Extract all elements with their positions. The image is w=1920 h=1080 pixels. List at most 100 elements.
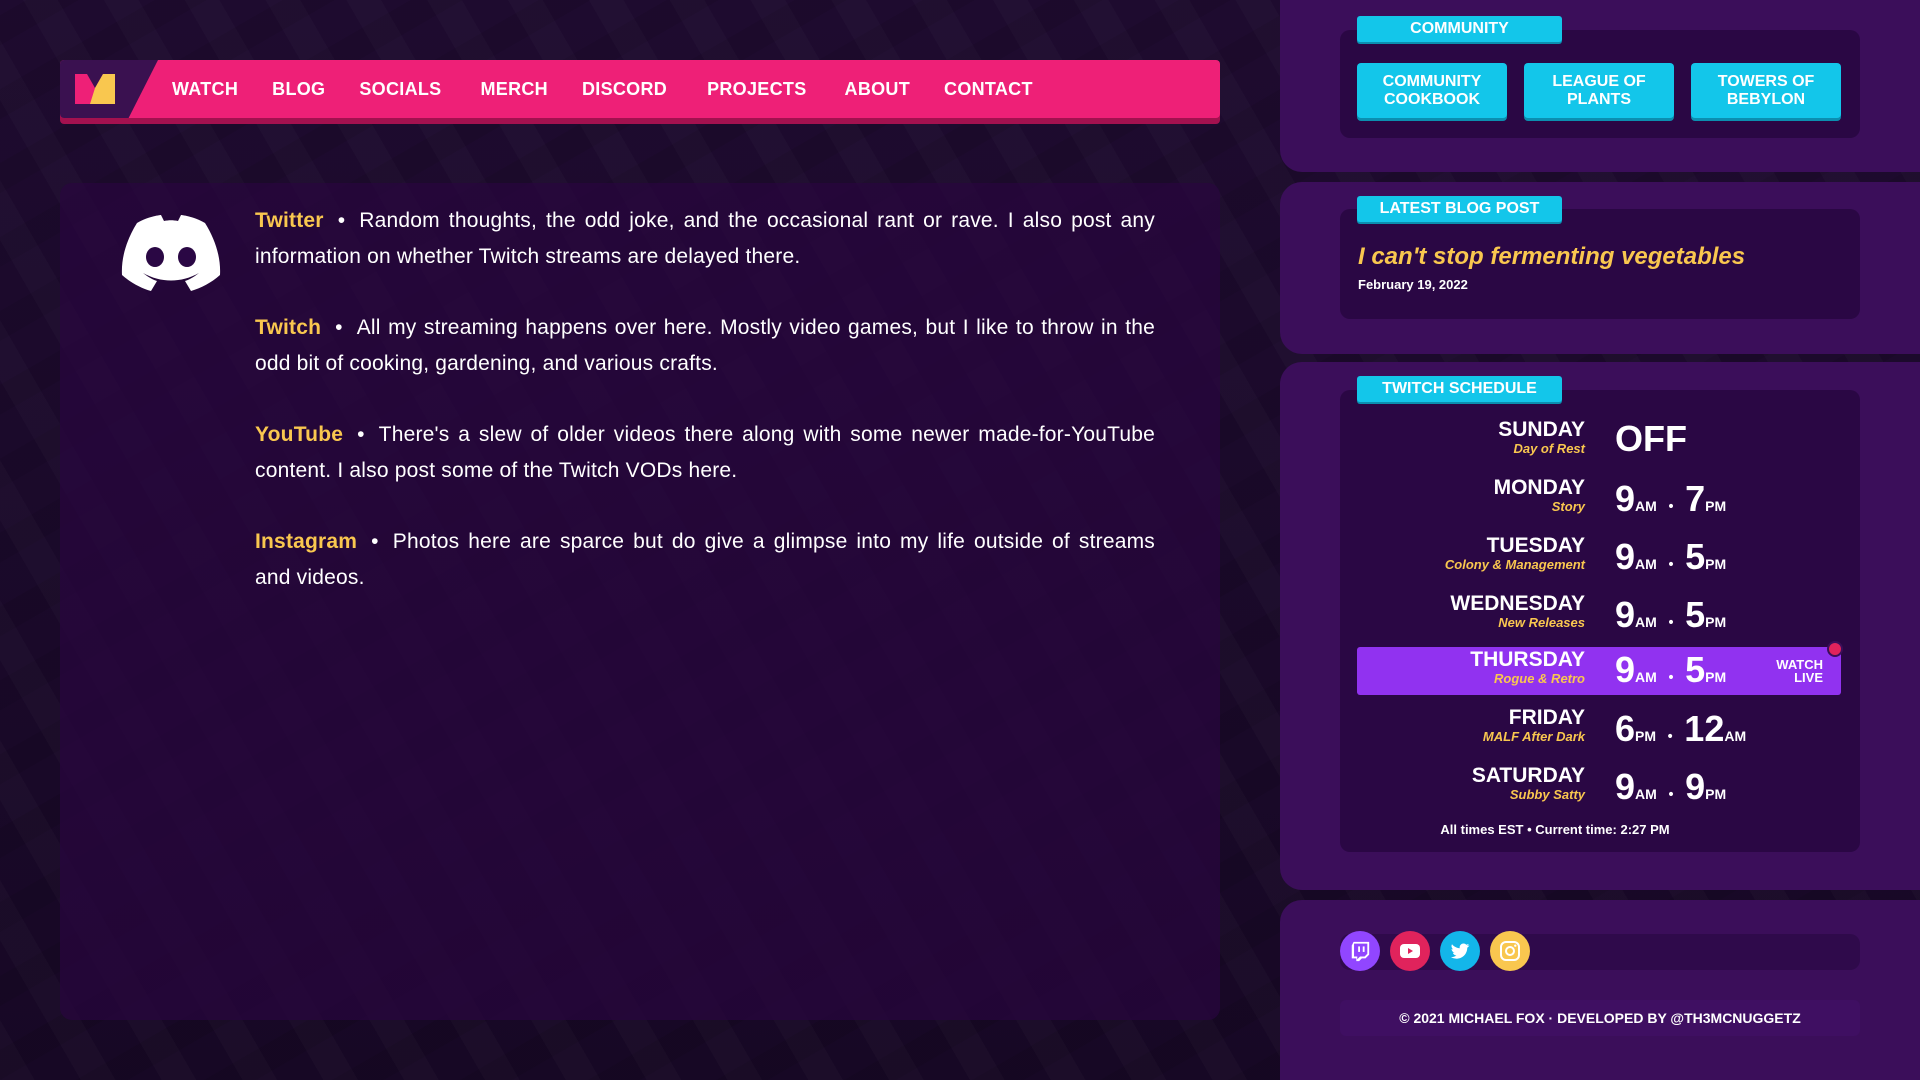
end-hour: 5 — [1685, 649, 1706, 690]
start-hour: 9 — [1615, 536, 1636, 577]
nav-socials[interactable]: SOCIALS — [359, 79, 441, 100]
times: 9AM • 5PM — [1615, 649, 1726, 691]
start-suffix: AM — [1635, 556, 1657, 572]
start-suffix: AM — [1635, 786, 1657, 802]
time-separator: • — [1666, 557, 1676, 573]
nav-contact[interactable]: CONTACT — [944, 79, 1033, 100]
day-block: MONDAY Story — [1494, 476, 1585, 514]
instagram-icon[interactable] — [1490, 931, 1530, 971]
time-separator: • — [1666, 615, 1676, 631]
day-block: TUESDAY Colony & Management — [1445, 534, 1585, 572]
blog-tag: LATEST BLOG POST — [1357, 196, 1562, 222]
latest-blog-post-link[interactable]: I can't stop fermenting vegetables — [1358, 243, 1745, 271]
social-list: Twitter • Random thoughts, the odd joke, a… — [255, 203, 1155, 631]
start-suffix: AM — [1635, 498, 1657, 514]
nav-projects[interactable]: PROJECTS — [707, 79, 806, 100]
socials-panel: Twitter • Random thoughts, the odd joke, a… — [60, 183, 1220, 1020]
nav-merch[interactable]: MERCH — [480, 79, 548, 100]
end-suffix: PM — [1705, 786, 1727, 802]
social-description: There's a slew of older videos there alo… — [255, 423, 1155, 482]
towers-of-bebylon-button[interactable]: TOWERS OF BEBYLON — [1691, 63, 1841, 118]
times: 9AM • 5PM — [1615, 536, 1726, 578]
discord-icon — [121, 215, 221, 291]
live-indicator-dot — [1827, 641, 1843, 657]
social-description: All my streaming happens over here. Most… — [255, 316, 1155, 375]
schedule-footer: All times EST • Current time: 2:27 PM — [1440, 822, 1670, 837]
community-cookbook-button[interactable]: COMMUNITY COOKBOOK — [1357, 63, 1507, 118]
button-line: COMMUNITY — [1382, 72, 1482, 90]
community-tag: COMMUNITY — [1357, 16, 1562, 42]
end-hour: 5 — [1685, 536, 1706, 577]
twitch-icon[interactable] — [1340, 931, 1380, 971]
time-separator: • — [1666, 499, 1676, 515]
blog-date: February 19, 2022 — [1358, 277, 1468, 292]
youtube-icon[interactable] — [1390, 931, 1430, 971]
button-line: COOKBOOK — [1384, 90, 1480, 108]
day-block: THURSDAY Rogue & Retro — [1470, 648, 1585, 686]
schedule-tag: TWITCH SCHEDULE — [1357, 376, 1562, 402]
nav-discord[interactable]: DISCORD — [582, 79, 667, 100]
button-line: BEBYLON — [1726, 90, 1806, 108]
social-icons — [1340, 931, 1540, 971]
twitter-link[interactable]: Twitter — [255, 209, 324, 232]
nav-links: WATCH BLOG SOCIALS MERCH DISCORD PROJECT… — [172, 60, 1067, 118]
day-theme: Colony & Management — [1444, 557, 1585, 572]
day-theme: Day of Rest — [1513, 441, 1585, 456]
social-item-instagram: Instagram • Photos here are sparce but do … — [255, 524, 1155, 596]
separator: • — [357, 423, 365, 446]
end-hour: 9 — [1685, 766, 1706, 807]
day-name: THURSDAY — [1470, 648, 1585, 671]
day-name: FRIDAY — [1508, 706, 1585, 729]
copyright-bar: © 2021 MICHAEL FOX · DEVELOPED BY @TH3MC… — [1340, 1000, 1860, 1036]
separator: • — [371, 530, 379, 553]
start-hour: 9 — [1615, 766, 1636, 807]
community-card: COMMUNITY COMMUNITY COOKBOOK LEAGUE OF PLA… — [1280, 0, 1920, 172]
off-label: OFF — [1615, 418, 1687, 459]
schedule-row-friday: FRIDAY MALF After Dark 6PM • 12AM — [1357, 706, 1841, 754]
day-theme: MALF After Dark — [1482, 729, 1585, 744]
twitch-link[interactable]: Twitch — [255, 316, 321, 339]
social-description: Photos here are sparce but do give a gli… — [255, 530, 1155, 589]
schedule-row-monday: MONDAY Story 9AM • 7PM — [1357, 476, 1841, 524]
start-suffix: PM — [1635, 728, 1657, 744]
time-separator: • — [1666, 787, 1676, 803]
times: 6PM • 12AM — [1615, 708, 1746, 750]
times: 9AM • 9PM — [1615, 766, 1726, 808]
end-hour: 12 — [1684, 708, 1725, 749]
logo[interactable] — [60, 60, 158, 118]
nav-blog[interactable]: BLOG — [272, 79, 325, 100]
end-hour: 5 — [1685, 594, 1706, 635]
end-suffix: PM — [1705, 498, 1727, 514]
schedule-row-tuesday: TUESDAY Colony & Management 9AM • 5PM — [1357, 534, 1841, 582]
day-name: SATURDAY — [1471, 764, 1585, 787]
day-name: TUESDAY — [1486, 534, 1585, 557]
end-suffix: PM — [1705, 669, 1727, 685]
schedule-row-thursday[interactable]: THURSDAY Rogue & Retro 9AM • 5PM WATCH LIVE — [1357, 641, 1843, 695]
nav-watch[interactable]: WATCH — [172, 79, 238, 100]
social-item-twitch: Twitch • All my streaming happens over her… — [255, 310, 1155, 382]
end-hour: 7 — [1685, 478, 1706, 519]
social-description: Random thoughts, the odd joke, and the o… — [255, 209, 1155, 268]
time-separator: • — [1666, 729, 1675, 745]
separator: • — [335, 316, 343, 339]
twitter-icon[interactable] — [1440, 931, 1480, 971]
end-suffix: PM — [1705, 556, 1727, 572]
end-suffix: PM — [1705, 614, 1727, 630]
nav-about[interactable]: ABOUT — [845, 79, 911, 100]
youtube-link[interactable]: YouTube — [255, 423, 343, 446]
button-line: LEAGUE OF — [1552, 72, 1646, 90]
watch-live-button[interactable]: WATCH LIVE — [1776, 658, 1823, 684]
social-item-twitter: Twitter • Random thoughts, the odd joke, a… — [255, 203, 1155, 275]
schedule-row-sunday: SUNDAY Day of Rest OFF — [1357, 418, 1841, 466]
instagram-link[interactable]: Instagram — [255, 530, 357, 553]
day-theme: Rogue & Retro — [1494, 671, 1585, 686]
time-separator: • — [1666, 670, 1676, 686]
blog-card: LATEST BLOG POST I can't stop fermenting… — [1280, 182, 1920, 354]
day-name: MONDAY — [1493, 476, 1585, 499]
schedule-row-saturday: SATURDAY Subby Satty 9AM • 9PM — [1357, 764, 1841, 812]
league-of-plants-button[interactable]: LEAGUE OF PLANTS — [1524, 63, 1674, 118]
schedule-row-wednesday: WEDNESDAY New Releases 9AM • 5PM — [1357, 592, 1841, 640]
schedule-card: TWITCH SCHEDULE SUNDAY Day of Rest OFF M… — [1280, 362, 1920, 890]
top-nav: WATCH BLOG SOCIALS MERCH DISCORD PROJECT… — [60, 60, 1220, 118]
start-hour: 6 — [1615, 708, 1636, 749]
